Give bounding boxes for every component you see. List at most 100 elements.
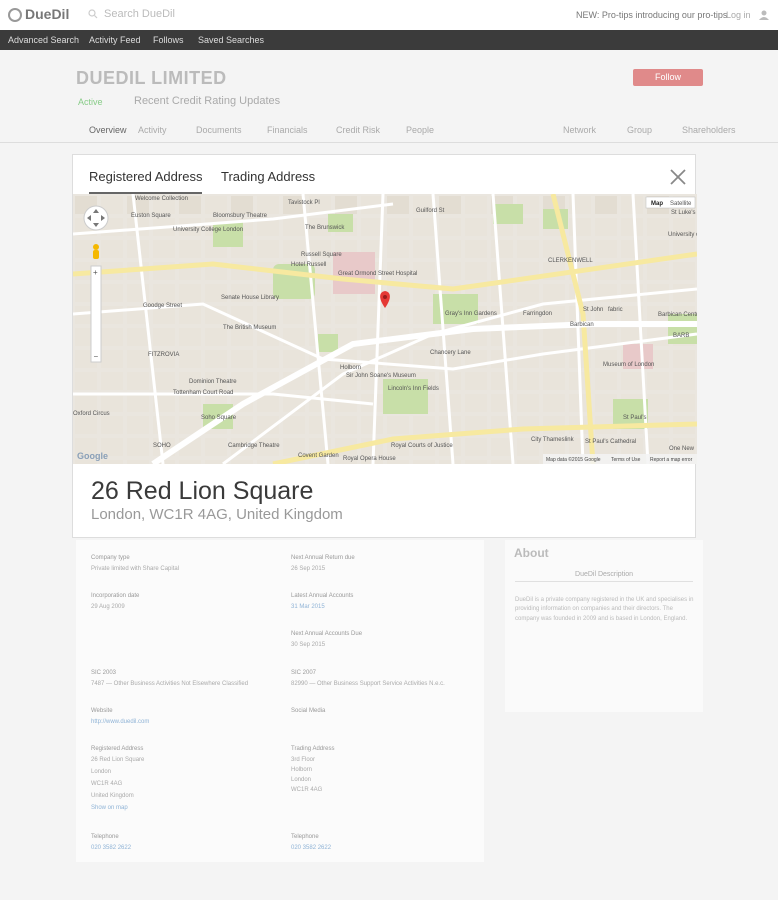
map-block [517,394,539,412]
tab-documents[interactable]: Documents [196,125,242,135]
map-label: Hotel Russell [291,262,326,268]
nav-saved-searches[interactable]: Saved Searches [198,35,264,45]
map-type-control[interactable]: Map Satellite [645,196,696,209]
tab-shareholders[interactable]: Shareholders [682,125,736,135]
top-bar: DueDil Search DueDil NEW: Pro-tips intro… [0,0,778,30]
map-block [127,372,149,390]
tab-activity[interactable]: Activity [138,125,167,135]
nav-activity-feed[interactable]: Activity Feed [89,35,141,45]
registered-address-line: WC1R 4AG [91,781,123,787]
login-link[interactable]: Log in [726,10,751,20]
map-block [673,284,695,302]
logo[interactable]: DueDil [8,6,69,23]
map-block [283,416,305,434]
zoom-in-icon[interactable]: + [93,268,98,277]
map-block [257,350,279,368]
phone-label: Telephone [91,834,119,840]
website-label: Website [91,708,113,714]
map-block [543,240,565,258]
user-icon[interactable] [758,9,770,21]
map-block [465,196,487,214]
website-link[interactable]: http://www.duedil.com [91,719,149,725]
close-icon[interactable] [667,166,689,188]
map-block [283,350,305,368]
map-label: Royal Courts of Justice [391,443,453,449]
promo-banner[interactable]: NEW: Pro-tips introducing our pro-tips [576,10,727,20]
map-block [205,438,227,456]
trading-address-line: WC1R 4AG [291,787,323,793]
zoom-control[interactable]: + − [90,265,102,363]
company-tabs: Overview Activity Documents Financials C… [0,120,778,143]
map-block [309,416,331,434]
map-block [439,262,461,280]
map-label: Dominion Theatre [189,379,237,385]
map-block [569,240,591,258]
about-description: DueDil is a private company registered i… [515,597,694,622]
map-label: The British Museum [223,325,276,331]
map-block [153,240,175,258]
map-label: Tavistock Pl [288,200,320,206]
social-media-label: Social Media [291,708,326,714]
nav-bar: Advanced Search Activity Feed Follows Sa… [0,30,778,50]
tab-credit-risk[interactable]: Credit Risk [336,125,380,135]
tab-people[interactable]: People [406,125,434,135]
tab-group[interactable]: Group [627,125,652,135]
map-label: FITZROVIA [148,352,179,358]
map-label: University College London [173,227,243,233]
zoom-out-icon[interactable]: − [94,352,99,361]
pegman-body [93,250,99,259]
map-terms-link[interactable]: Terms of Use [611,457,641,463]
map-block [621,240,643,258]
map-type-map[interactable]: Map [651,201,663,207]
map-block [413,416,435,434]
map-block [101,306,123,324]
map-label: Covent Garden [298,453,339,459]
map-block [465,218,487,236]
map-block [153,328,175,346]
map-label: St John [583,307,603,313]
tab-overview[interactable]: Overview [89,125,127,135]
map-block [283,218,305,236]
map[interactable]: Welcome Collection Euston Square Bloomsbur… [73,194,697,464]
map-block [179,460,201,464]
pegman-head [93,244,99,250]
map-label: Bloomsbury Theatre [213,213,268,219]
map-report-link[interactable]: Report a map error [650,457,693,463]
tab-registered-address[interactable]: Registered Address [89,169,203,194]
follow-button[interactable]: Follow [633,69,703,86]
latest-accounts-link[interactable]: 31 Mar 2015 [291,604,325,610]
pegman-icon[interactable] [93,244,99,259]
pan-control[interactable] [83,205,109,231]
map-label: Gray's Inn Gardens [445,311,497,317]
credit-updates-link[interactable]: Recent Credit Rating Updates [134,95,280,107]
map-block [335,306,357,324]
map-block [101,328,123,346]
tab-network[interactable]: Network [563,125,596,135]
company-details: Company type Private limited with Share … [76,540,484,862]
registered-address-line: London [91,769,112,775]
phone-link[interactable]: 020 3582 2622 [91,845,131,851]
map-block [361,218,383,236]
tab-trading-address[interactable]: Trading Address [221,169,315,184]
map-canvas[interactable]: Welcome Collection Euston Square Bloomsbur… [73,194,697,464]
map-block [673,372,695,390]
map-block [75,394,97,412]
nav-advanced-search[interactable]: Advanced Search [8,35,79,45]
map-block [465,460,487,464]
map-label: Welcome Collection [135,196,188,202]
map-label: Senate House Library [221,295,279,301]
map-label: SOHO [153,443,171,449]
nav-follows[interactable]: Follows [153,35,184,45]
phone2-link[interactable]: 020 3582 2622 [291,845,331,851]
map-type-satellite[interactable]: Satellite [670,201,692,207]
search-input[interactable]: Search DueDil [104,8,175,20]
map-block [543,416,565,434]
company-type-value: Private limited with Share Capital [91,566,180,572]
map-block [413,218,435,236]
google-logo: Google [77,451,108,461]
map-block [517,284,539,302]
tab-financials[interactable]: Financials [267,125,308,135]
show-on-map-link[interactable]: Show on map [91,805,128,811]
company-name: DUEDIL LIMITED [76,68,227,88]
map-label: St Paul's [623,415,647,421]
